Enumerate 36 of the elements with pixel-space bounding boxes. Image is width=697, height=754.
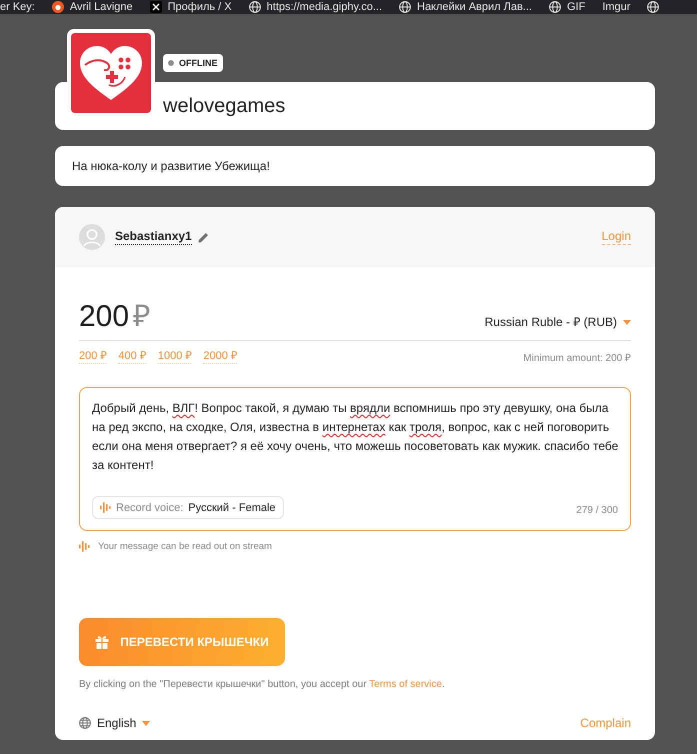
caret-icon [623, 320, 631, 325]
bookmark-item[interactable]: https://media.giphy.co... [248, 0, 382, 14]
amount-field[interactable]: 200₽ [79, 300, 150, 334]
caret-icon [142, 720, 150, 726]
status-badge: OFFLINE [163, 54, 222, 72]
bookmark-item[interactable]: er Key: [0, 0, 35, 14]
message-text: Добрый день, ВЛГ! Вопрос такой, я думаю ты врядли вспомнишь про эту девушку, она была на ред экспо, на сходке, Оля, известна в интернетах как троля, вопрос, как с ней поговорить если она меня отвергает? я её хочу очень, что можешь посоветовать как мужик. спасибо тебе за контент! [92, 400, 620, 474]
language-select[interactable]: English [79, 716, 150, 730]
character-counter: 279 / 300 [576, 505, 618, 516]
message-field[interactable] [79, 387, 631, 531]
stream-note: Your message can be read out on stream [98, 541, 272, 552]
sound-wave-icon [79, 541, 90, 552]
user-avatar-icon [79, 224, 105, 250]
bookmark-item[interactable]: Imgur [602, 0, 630, 14]
pencil-icon[interactable] [198, 232, 209, 242]
terms-notice: By clicking on the "Перевести крышечки" button, you accept our Terms of service. [79, 679, 446, 691]
bookmark-item[interactable]: Профиль / X [150, 0, 232, 14]
x-mark-icon [150, 1, 162, 13]
round-favicon-icon [52, 1, 64, 13]
channel-name: welovegames [163, 94, 286, 118]
voice-select[interactable]: Record voice: Русский - Female [92, 496, 284, 519]
bookmark-item[interactable]: GIF [548, 0, 586, 14]
bookmark-item[interactable]: Наклейки Аврил Лав... [399, 0, 532, 14]
globe-icon [399, 1, 411, 13]
sound-wave-icon [100, 502, 111, 513]
minimum-amount: Minimum amount: 200 ₽ [523, 352, 631, 364]
globe-icon [647, 1, 660, 13]
currency-select[interactable]: Russian Ruble - ₽ (RUB) [484, 315, 631, 330]
bookmark-item[interactable] [647, 1, 660, 13]
bookmark-item[interactable]: Avril Lavigne [52, 0, 133, 14]
globe-icon [548, 1, 561, 13]
globe-icon [248, 1, 261, 13]
channel-description: На нюка-колу и развитие Убежища! [72, 158, 270, 174]
gift-icon [95, 635, 110, 649]
donor-name[interactable]: Sebastianxy1 [115, 229, 192, 245]
globe-icon [79, 717, 91, 729]
